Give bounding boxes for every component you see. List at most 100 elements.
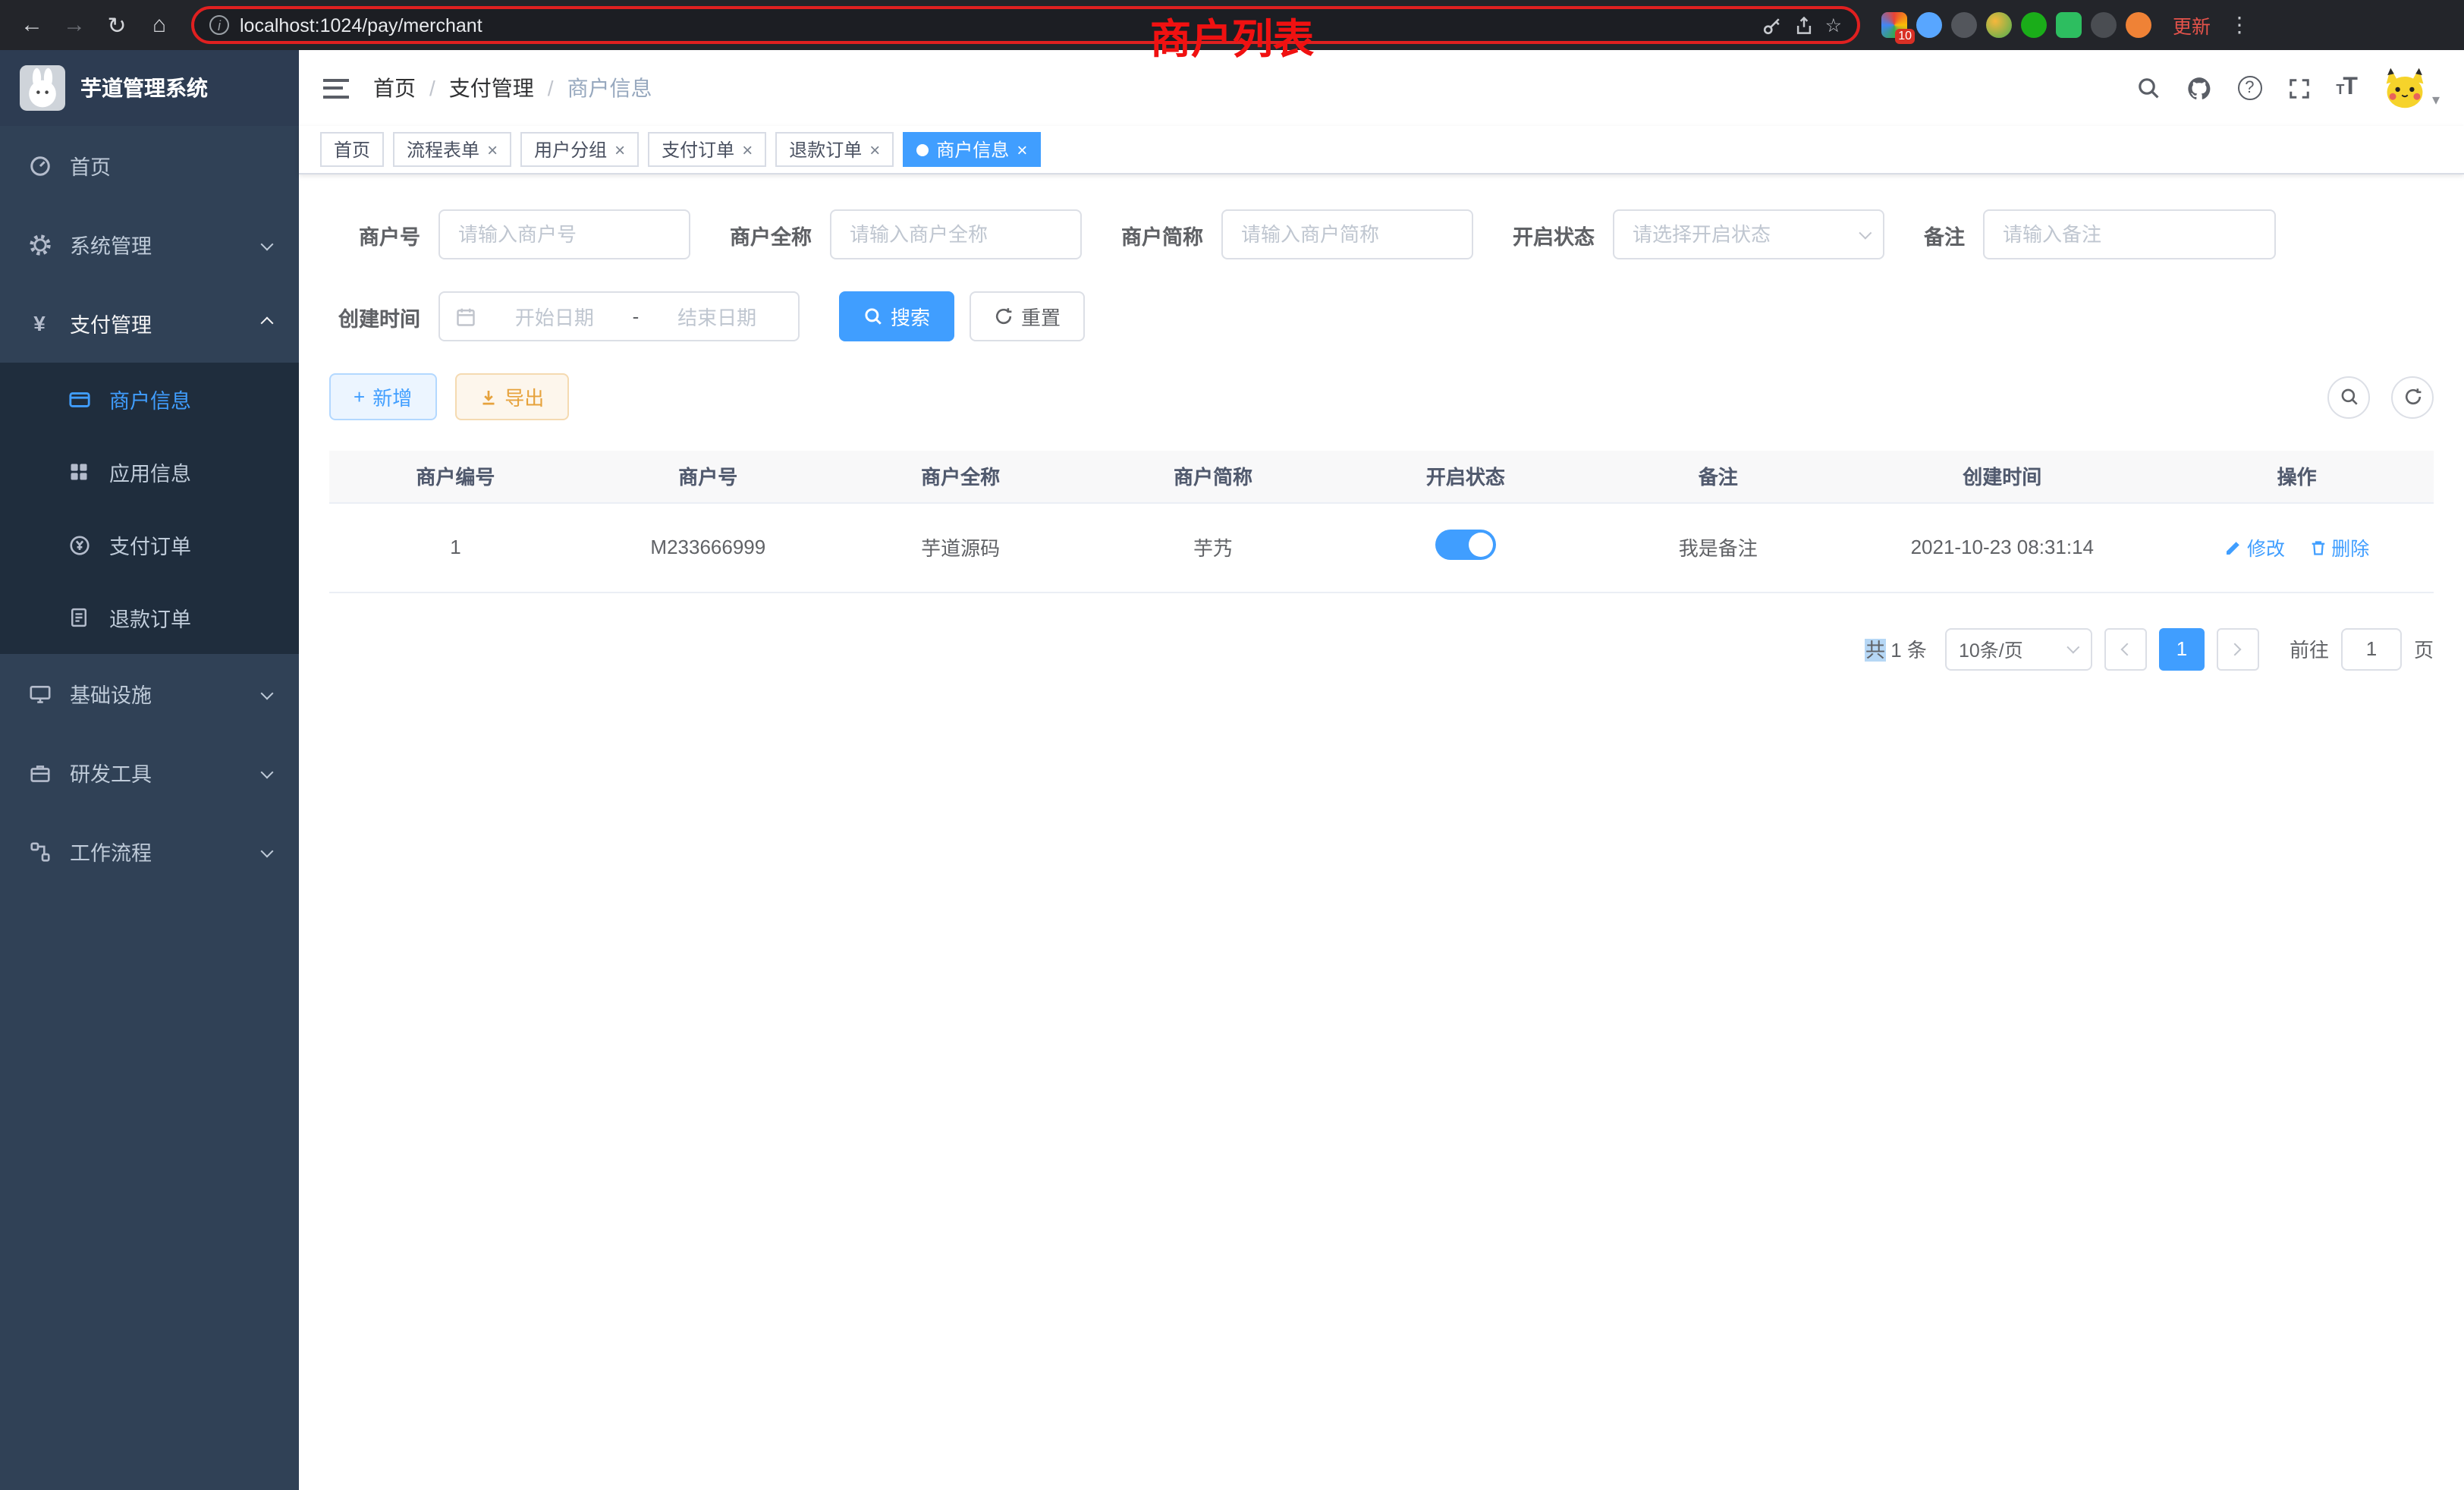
github-icon[interactable] [2186, 75, 2211, 101]
filter-label: 商户全称 [730, 219, 812, 250]
filter-merchant-no: 商户号 [329, 209, 690, 259]
profile-avatar-icon[interactable] [2126, 12, 2151, 38]
tab-process-form[interactable]: 流程表单 × [393, 132, 511, 167]
end-date-placeholder: 结束日期 [651, 302, 783, 331]
user-avatar[interactable]: ▾ [2382, 65, 2440, 111]
close-icon[interactable]: × [614, 140, 625, 159]
close-icon[interactable]: × [487, 140, 498, 159]
chevron-down-icon [261, 238, 274, 251]
page-number-button[interactable]: 1 [2159, 627, 2205, 670]
page-size-select[interactable] [1945, 627, 2092, 670]
extension-icon-blue[interactable] [1916, 12, 1942, 38]
breadcrumb-separator: / [429, 76, 435, 100]
status-select[interactable] [1613, 209, 1884, 259]
sidebar-item-app-info[interactable]: 应用信息 [0, 435, 299, 508]
prev-page-button[interactable] [2104, 627, 2147, 670]
tab-user-group[interactable]: 用户分组 × [520, 132, 639, 167]
goto-page-input[interactable] [2341, 627, 2402, 670]
sidebar-item-merchant-info[interactable]: 商户信息 [0, 363, 299, 435]
sidebar-item-refund-order[interactable]: 退款订单 [0, 581, 299, 654]
pinned-extension-icon[interactable] [2091, 12, 2117, 38]
extension-icon-green-circle[interactable] [2021, 12, 2047, 38]
search-icon[interactable] [2136, 76, 2160, 100]
extensions-icon[interactable]: 10 [1881, 12, 1907, 38]
breadcrumb-item-payment[interactable]: 支付管理 [449, 73, 534, 103]
sidebar-item-payment[interactable]: ¥ 支付管理 [0, 284, 299, 363]
sidebar-item-label: 工作流程 [70, 836, 152, 866]
filter-label: 创建时间 [329, 301, 420, 332]
short-name-input[interactable] [1221, 209, 1473, 259]
address-bar[interactable]: i localhost:1024/pay/merchant ☆ [191, 6, 1860, 44]
home-icon[interactable]: ⌂ [143, 8, 176, 42]
next-page-button[interactable] [2217, 627, 2259, 670]
hide-search-button[interactable] [2327, 376, 2370, 418]
page-content: 商户号 商户全称 商户简称 开启状态 [299, 174, 2464, 670]
share-icon[interactable] [1793, 14, 1815, 36]
forward-icon[interactable]: → [58, 8, 91, 42]
total-count: 共 1 条 [1865, 634, 1927, 663]
password-key-icon[interactable] [1762, 14, 1783, 36]
sidebar-item-home[interactable]: 首页 [0, 126, 299, 205]
cell-create-time: 2021-10-23 08:31:14 [1844, 502, 2160, 592]
extension-icon-green-square[interactable] [2056, 12, 2082, 38]
delete-link[interactable]: 删除 [2308, 533, 2369, 561]
hamburger-icon[interactable] [323, 78, 349, 98]
add-button[interactable]: + 新增 [329, 373, 436, 420]
sidebar-item-infrastructure[interactable]: 基础设施 [0, 654, 299, 733]
merchant-no-input[interactable] [438, 209, 690, 259]
sidebar-item-label: 系统管理 [70, 229, 152, 259]
page-info-icon[interactable]: i [209, 15, 229, 35]
app-logo[interactable]: 芋道管理系统 [0, 50, 299, 126]
filter-short-name: 商户简称 [1121, 209, 1473, 259]
sidebar-item-devtools[interactable]: 研发工具 [0, 733, 299, 812]
chevron-down-icon [261, 845, 274, 858]
fullscreen-icon[interactable] [2287, 77, 2310, 99]
browser-update-button[interactable]: 更新 [2173, 11, 2211, 39]
start-date-placeholder: 开始日期 [489, 302, 621, 331]
status-toggle[interactable] [1435, 530, 1496, 560]
filter-remark: 备注 [1924, 209, 2276, 259]
edit-link[interactable]: 修改 [2224, 533, 2285, 561]
refresh-icon[interactable]: ↻ [100, 8, 134, 42]
full-name-input[interactable] [830, 209, 1082, 259]
tab-refund-order[interactable]: 退款订单 × [775, 132, 894, 167]
extension-icon-gray[interactable] [1951, 12, 1977, 38]
sidebar-item-label: 应用信息 [109, 457, 191, 487]
close-icon[interactable]: × [1017, 140, 1027, 159]
goto-label: 前往 [2290, 634, 2329, 663]
sidebar-item-system[interactable]: 系统管理 [0, 205, 299, 284]
breadcrumb-separator: / [548, 76, 554, 100]
tab-pay-order[interactable]: 支付订单 × [648, 132, 766, 167]
browser-menu-icon[interactable]: ⋮ [2229, 12, 2250, 38]
toolbox-icon [27, 761, 52, 784]
breadcrumb-item-home[interactable]: 首页 [373, 73, 416, 103]
sidebar-item-label: 支付订单 [109, 530, 191, 560]
calendar-icon [455, 306, 476, 327]
export-button[interactable]: 导出 [454, 373, 568, 420]
tab-merchant-info[interactable]: 商户信息 × [903, 132, 1041, 167]
search-button[interactable]: 搜索 [839, 291, 954, 341]
tab-home[interactable]: 首页 [320, 132, 384, 167]
download-icon [479, 388, 497, 406]
tabs-bar: 首页 流程表单 × 用户分组 × 支付订单 × 退款订单 × 商户信息 × [299, 126, 2464, 174]
close-icon[interactable]: × [742, 140, 753, 159]
filter-create-time: 创建时间 开始日期 - 结束日期 [329, 291, 800, 341]
extension-icon-avatar[interactable] [1986, 12, 2012, 38]
remark-input[interactable] [1983, 209, 2276, 259]
cell-merchant-id: 1 [329, 502, 582, 592]
filter-row-2: 创建时间 开始日期 - 结束日期 搜索 [329, 291, 2434, 341]
sidebar-item-workflow[interactable]: 工作流程 [0, 812, 299, 891]
bookmark-star-icon[interactable]: ☆ [1825, 14, 1842, 36]
column-header: 开启状态 [1340, 451, 1592, 502]
font-size-icon[interactable]: TT [2336, 74, 2356, 102]
back-icon[interactable]: ← [15, 8, 49, 42]
cell-merchant-no: M233666999 [582, 502, 834, 592]
chevron-right-icon [2229, 643, 2242, 655]
help-icon[interactable]: ? [2237, 76, 2261, 100]
close-icon[interactable]: × [869, 140, 880, 159]
refresh-table-button[interactable] [2391, 376, 2434, 418]
date-range-picker[interactable]: 开始日期 - 结束日期 [438, 291, 800, 341]
reset-button[interactable]: 重置 [970, 291, 1085, 341]
sidebar-item-pay-order[interactable]: 支付订单 [0, 508, 299, 581]
filter-label: 备注 [1924, 219, 1965, 250]
